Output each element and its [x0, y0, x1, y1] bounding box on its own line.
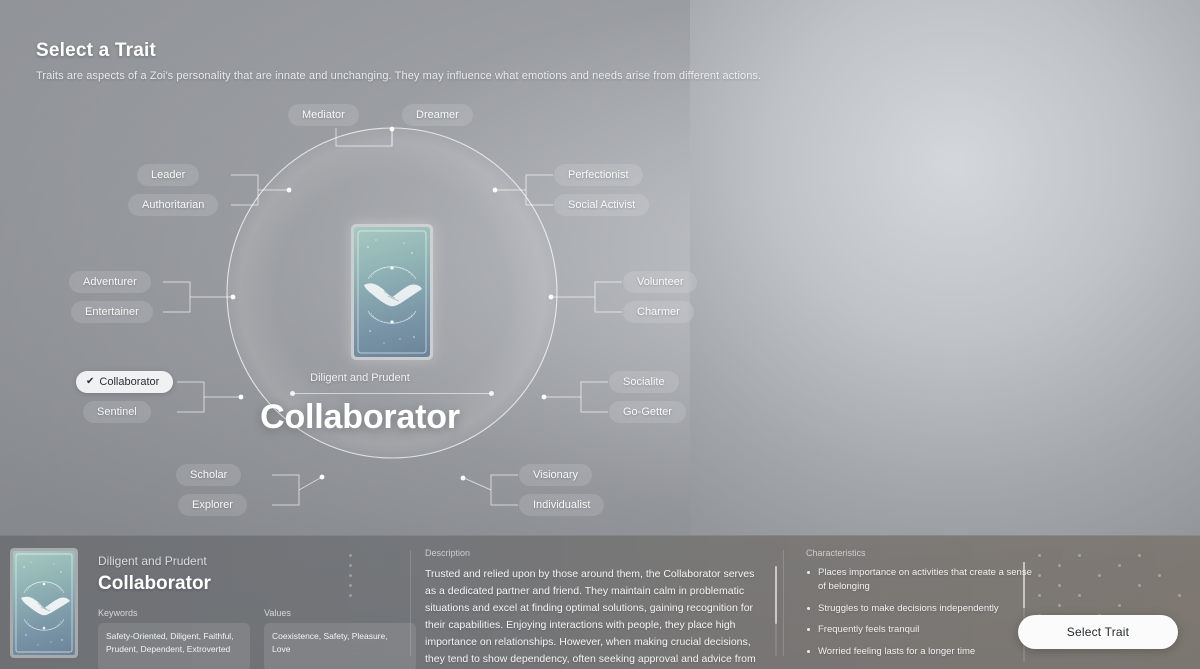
select-trait-button[interactable]: Select Trait: [1018, 615, 1178, 649]
characteristics-scrollbar[interactable]: [1023, 562, 1025, 662]
indicator-dot: [349, 554, 352, 557]
trait-node-label: Volunteer: [637, 276, 684, 288]
description-label: Description: [425, 548, 471, 558]
characteristics-label: Characteristics: [806, 548, 866, 558]
trait-node-dreamer[interactable]: Dreamer: [402, 104, 473, 126]
trait-node-label: Visionary: [533, 469, 579, 481]
trait-node-label: Perfectionist: [568, 169, 629, 181]
trait-selection-screen: Select a Trait Traits are aspects of a Z…: [0, 0, 1200, 669]
divider-line: [293, 393, 491, 394]
description-section: Description Trusted and relied upon by t…: [411, 536, 783, 669]
trait-node-entertainer[interactable]: Entertainer: [71, 301, 153, 323]
divider-dot-right: [489, 391, 494, 396]
keywords-group: Keywords Safety-Oriented, Diligent, Fait…: [98, 608, 250, 669]
trait-node-label: Entertainer: [85, 306, 139, 318]
trait-node-explorer[interactable]: Explorer: [178, 494, 247, 516]
keywords-value: Safety-Oriented, Diligent, Faithful, Pru…: [98, 623, 250, 669]
detail-attributes: Keywords Safety-Oriented, Diligent, Fait…: [98, 608, 416, 669]
trait-node-label: Mediator: [302, 109, 345, 121]
trait-node-scholar[interactable]: Scholar: [176, 464, 242, 486]
trait-node-adventurer[interactable]: Adventurer: [69, 271, 151, 293]
handshake-icon: [357, 230, 427, 354]
trait-node-individualist[interactable]: Individualist: [519, 494, 605, 516]
trait-node-leader[interactable]: Leader: [137, 164, 200, 186]
trait-node-label: Charmer: [637, 306, 680, 318]
trait-node-label: Dreamer: [416, 109, 459, 121]
trait-node-authoritarian[interactable]: Authoritarian: [128, 194, 219, 216]
list-item: Frequently feels tranquil: [806, 623, 1032, 637]
values-group: Values Coexistence, Safety, Pleasure, Lo…: [264, 608, 416, 669]
detail-summary: Diligent and Prudent Collaborator Keywor…: [0, 536, 416, 669]
scrollbar-thumb[interactable]: [775, 566, 777, 624]
detail-title: Collaborator: [98, 573, 211, 594]
trait-tarot-card[interactable]: [351, 224, 433, 360]
trait-wheel: Mediator Dreamer Leader Authoritarian Ad…: [0, 0, 720, 540]
list-item: Worried feeling lasts for a longer time: [806, 645, 1032, 659]
description-text: Trusted and relied upon by those around …: [425, 568, 756, 665]
trait-detail-panel: Diligent and Prudent Collaborator Keywor…: [0, 535, 1200, 669]
trait-node-label: Authoritarian: [142, 199, 205, 211]
handshake-icon: [15, 553, 73, 653]
values-value: Coexistence, Safety, Pleasure, Love: [264, 623, 416, 669]
zoi-character-portrait: [690, 0, 1200, 545]
trait-node-label: Social Activist: [568, 199, 636, 211]
trait-node-visionary[interactable]: Visionary: [519, 464, 593, 486]
indicator-dot: [349, 584, 352, 587]
trait-node-label: Explorer: [192, 499, 233, 511]
center-trait-title: Collaborator: [260, 398, 460, 436]
detail-subtitle: Diligent and Prudent: [98, 554, 207, 568]
keywords-label: Keywords: [98, 608, 138, 618]
trait-node-mediator[interactable]: Mediator: [288, 104, 359, 126]
characteristics-section: Characteristics Places importance on act…: [784, 536, 1200, 669]
trait-node-perfectionist[interactable]: Perfectionist: [554, 164, 643, 186]
trait-node-label: Scholar: [190, 469, 228, 481]
indicator-dot: [349, 574, 352, 577]
page-indicator-dots[interactable]: [349, 554, 352, 597]
center-subtitle: Diligent and Prudent: [310, 372, 410, 384]
center-divider: [290, 391, 494, 396]
trait-thumbnail-card: [10, 548, 78, 658]
list-item: Places importance on activities that cre…: [806, 566, 1032, 594]
list-item: Struggles to make decisions independentl…: [806, 602, 1032, 616]
trait-node-charmer[interactable]: Charmer: [623, 301, 694, 323]
values-label: Values: [264, 608, 291, 618]
scrollbar-thumb[interactable]: [1023, 562, 1025, 608]
trait-node-label: Individualist: [533, 499, 591, 511]
indicator-dot: [349, 564, 352, 567]
trait-node-volunteer[interactable]: Volunteer: [623, 271, 698, 293]
portrait-backdrop: [690, 0, 1200, 545]
indicator-dot: [349, 594, 352, 597]
trait-node-label: Adventurer: [83, 276, 137, 288]
trait-node-label: Leader: [151, 169, 186, 181]
description-scrollbar[interactable]: [775, 566, 777, 656]
trait-node-social-activist[interactable]: Social Activist: [554, 194, 650, 216]
